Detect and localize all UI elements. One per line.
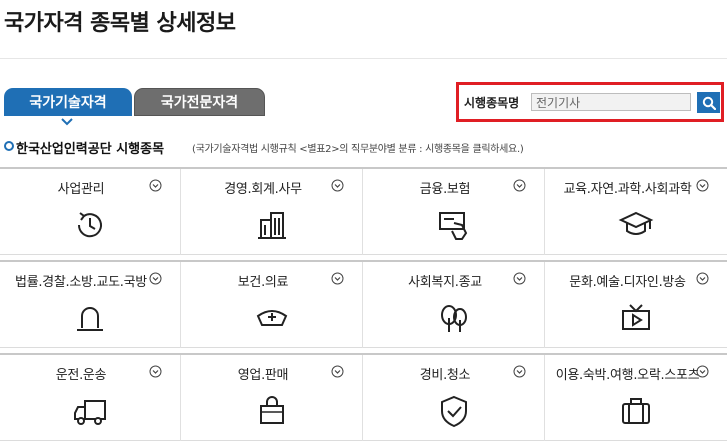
category-sales[interactable]: 영업.판매: [182, 355, 363, 441]
search-icon: [702, 96, 716, 110]
search-label: 시행종목명: [464, 96, 520, 110]
search-box: 시행종목명: [456, 82, 724, 122]
category-label: 금융.보험: [419, 182, 471, 197]
category-label: 보건.의료: [237, 275, 289, 290]
truck-icon: [74, 400, 106, 425]
category-row: 운전.운송 영업.판매 경비.청소 이용.숙박.여행.오락.스포츠: [0, 353, 727, 441]
suitcase-icon: [622, 398, 650, 424]
category-label: 문화.예술.디자인.방송: [569, 275, 686, 290]
title-divider: [0, 58, 727, 59]
chevron-down-icon[interactable]: [331, 179, 344, 192]
section-title: 한국산업인력공단 시행종목: [16, 142, 165, 157]
siren-icon: [77, 307, 103, 331]
tab-national-professional[interactable]: 국가전문자격: [134, 88, 265, 116]
card-payment-icon: [439, 212, 468, 240]
section-heading: 한국산업인력공단 시행종목 (국가기술자격법 시행규칙 <별표2>의 직무분야별…: [4, 138, 724, 157]
chevron-down-icon[interactable]: [149, 272, 162, 285]
shopping-bag-icon: [260, 396, 284, 424]
category-culture-arts[interactable]: 문화.예술.디자인.방송: [546, 262, 727, 348]
chevron-down-icon[interactable]: [696, 272, 709, 285]
trees-icon: [441, 305, 467, 332]
tab-national-technical[interactable]: 국가기술자격: [4, 88, 132, 116]
graduation-cap-icon: [618, 211, 654, 235]
active-tab-arrow-icon: [61, 118, 73, 126]
section-note: (국가기술자격법 시행규칙 <별표2>의 직무분야별 분류 : 시행종목을 클릭…: [192, 144, 524, 155]
timer-icon: [77, 212, 102, 238]
chevron-down-icon[interactable]: [513, 272, 526, 285]
category-label: 경비.청소: [419, 368, 471, 383]
category-label: 경영.회계.사무: [224, 182, 302, 197]
chevron-down-icon[interactable]: [331, 365, 344, 378]
category-driving-transport[interactable]: 운전.운송: [0, 355, 181, 441]
category-hospitality-sports[interactable]: 이용.숙박.여행.오락.스포츠: [546, 355, 727, 441]
tv-icon: [622, 304, 650, 330]
chevron-down-icon[interactable]: [513, 365, 526, 378]
category-label: 법률.경찰.소방.교도.국방: [15, 275, 147, 290]
category-label: 이용.숙박.여행.오락.스포츠: [555, 368, 700, 383]
category-row: 법률.경찰.소방.교도.국방 보건.의료 사회복지.종교 문화.예술.디자인.방…: [0, 260, 727, 348]
category-project-management[interactable]: 사업관리: [0, 169, 181, 255]
category-business-accounting[interactable]: 경영.회계.사무: [182, 169, 363, 255]
page-title: 국가자격 종목별 상세정보: [4, 11, 236, 36]
category-finance-insurance[interactable]: 금융.보험: [364, 169, 545, 255]
category-security-cleaning[interactable]: 경비.청소: [364, 355, 545, 441]
category-social-welfare[interactable]: 사회복지.종교: [364, 262, 545, 348]
category-law-police[interactable]: 법률.경찰.소방.교도.국방: [0, 262, 181, 348]
chevron-down-icon[interactable]: [696, 365, 709, 378]
chevron-down-icon[interactable]: [149, 179, 162, 192]
search-button[interactable]: [697, 92, 720, 113]
category-label: 영업.판매: [237, 368, 289, 383]
category-row: 사업관리 경영.회계.사무 금융.보험 교육.자연.과학.사회과학: [0, 167, 727, 255]
chevron-down-icon[interactable]: [149, 365, 162, 378]
office-building-icon: [258, 212, 286, 239]
chevron-down-icon[interactable]: [513, 179, 526, 192]
shield-check-icon: [441, 395, 467, 428]
search-input[interactable]: [531, 93, 691, 111]
category-education-science[interactable]: 교육.자연.과학.사회과학: [546, 169, 727, 255]
category-label: 사업관리: [57, 182, 105, 197]
bullet-icon: [4, 141, 14, 151]
nurse-cap-icon: [256, 310, 288, 326]
category-label: 운전.운송: [55, 368, 107, 383]
chevron-down-icon[interactable]: [696, 179, 709, 192]
category-health-medical[interactable]: 보건.의료: [182, 262, 363, 348]
category-label: 교육.자연.과학.사회과학: [563, 182, 692, 197]
chevron-down-icon[interactable]: [331, 272, 344, 285]
category-label: 사회복지.종교: [408, 275, 482, 290]
